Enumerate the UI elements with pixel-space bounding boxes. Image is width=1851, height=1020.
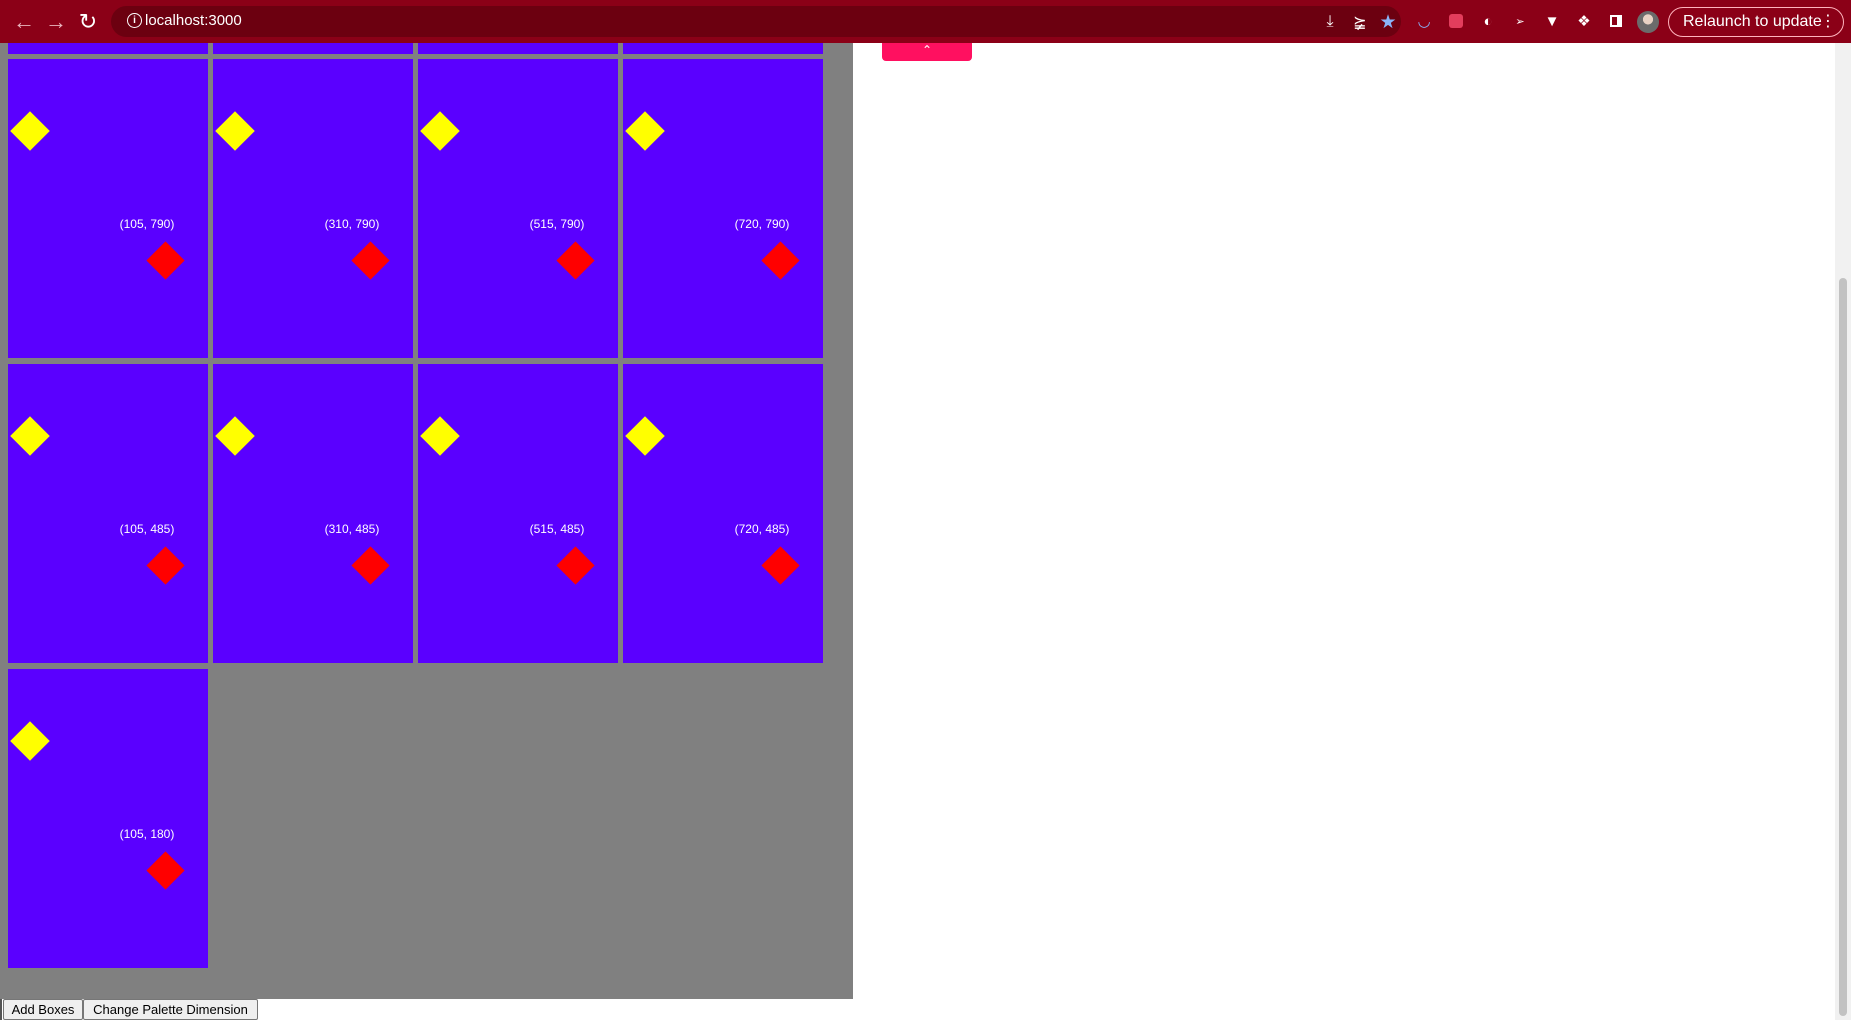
red-diamond-marker (146, 546, 185, 585)
info-icon[interactable]: i (127, 13, 142, 28)
box-coordinates: (720, 790) (734, 217, 790, 231)
box-coordinates: (515, 790) (529, 217, 585, 231)
box-strip (623, 43, 823, 54)
red-diamond-marker (351, 546, 390, 585)
side-panel-icon[interactable] (1605, 10, 1627, 32)
box[interactable]: (515, 485) (418, 364, 618, 663)
add-boxes-button[interactable]: Add Boxes (3, 999, 83, 1020)
page-scrollbar[interactable] (1835, 43, 1851, 1020)
box-strip (8, 43, 208, 54)
red-diamond-marker (761, 546, 800, 585)
extension-cursor-icon[interactable]: ➢ (1509, 10, 1531, 32)
browser-toolbar: ← → ↻ i localhost:3000 ⤓ ⪶ ★ ◡ ◐ ➢ ▼ ❖ R… (0, 0, 1851, 43)
box-coordinates: (105, 180) (119, 827, 175, 841)
box[interactable]: (105, 485) (8, 364, 208, 663)
scroll-top-button[interactable]: ⌃ (882, 43, 972, 61)
yellow-diamond-marker (10, 111, 50, 151)
menu-dots-icon[interactable]: ⋮ (1820, 8, 1836, 35)
forward-icon[interactable]: → (42, 8, 70, 36)
box-coordinates: (515, 485) (529, 522, 585, 536)
yellow-diamond-marker (420, 416, 460, 456)
box[interactable]: (310, 790) (213, 59, 413, 358)
box-coordinates: (720, 485) (734, 522, 790, 536)
red-diamond-marker (761, 241, 800, 280)
red-diamond-marker (556, 546, 595, 585)
box[interactable]: (310, 485) (213, 364, 413, 663)
red-diamond-marker (146, 851, 185, 890)
extension-circle-icon[interactable]: ◐ (1477, 10, 1499, 32)
box-strip (418, 43, 618, 54)
box[interactable]: (105, 180) (8, 669, 208, 968)
palette: (105, 790) (310, 790) (515, 790) (720, 7… (0, 43, 853, 999)
yellow-diamond-marker (420, 111, 460, 151)
box-coordinates: (310, 485) (324, 522, 380, 536)
yellow-diamond-marker (10, 416, 50, 456)
yellow-diamond-marker (10, 721, 50, 761)
extension-arc-icon[interactable]: ◡ (1413, 10, 1435, 32)
box[interactable]: (720, 790) (623, 59, 823, 358)
red-diamond-marker (146, 241, 185, 280)
chevron-up-icon: ⌃ (921, 43, 933, 57)
box-strip (213, 43, 413, 54)
box[interactable]: (515, 790) (418, 59, 618, 358)
avatar[interactable] (1637, 11, 1659, 33)
yellow-diamond-marker (215, 111, 255, 151)
change-palette-dimension-button[interactable]: Change Palette Dimension (83, 999, 258, 1020)
red-diamond-marker (556, 241, 595, 280)
star-icon[interactable]: ★ (1377, 11, 1399, 33)
box-coordinates: (310, 790) (324, 217, 380, 231)
yellow-diamond-marker (215, 416, 255, 456)
box[interactable]: (105, 790) (8, 59, 208, 358)
puzzle-icon[interactable]: ❖ (1573, 10, 1595, 32)
url-text[interactable]: localhost:3000 (145, 12, 242, 29)
box[interactable]: (720, 485) (623, 364, 823, 663)
relaunch-button[interactable]: Relaunch to update ⋮ (1668, 7, 1844, 37)
back-icon[interactable]: ← (10, 8, 38, 36)
extension-red-icon[interactable] (1445, 10, 1467, 32)
yellow-diamond-marker (625, 111, 665, 151)
box-coordinates: (105, 790) (119, 217, 175, 231)
page-edge-divider (0, 999, 2, 1020)
share-icon[interactable]: ⪶ (1349, 11, 1371, 33)
address-bar[interactable]: i localhost:3000 ⤓ ⪶ ★ (111, 6, 1401, 37)
extension-v-icon[interactable]: ▼ (1541, 10, 1563, 32)
red-diamond-marker (351, 241, 390, 280)
reload-icon[interactable]: ↻ (74, 8, 102, 36)
scrollbar-thumb[interactable] (1839, 278, 1847, 1016)
box-coordinates: (105, 485) (119, 522, 175, 536)
yellow-diamond-marker (625, 416, 665, 456)
install-icon[interactable]: ⤓ (1319, 11, 1341, 33)
relaunch-label: Relaunch to update (1683, 13, 1822, 30)
